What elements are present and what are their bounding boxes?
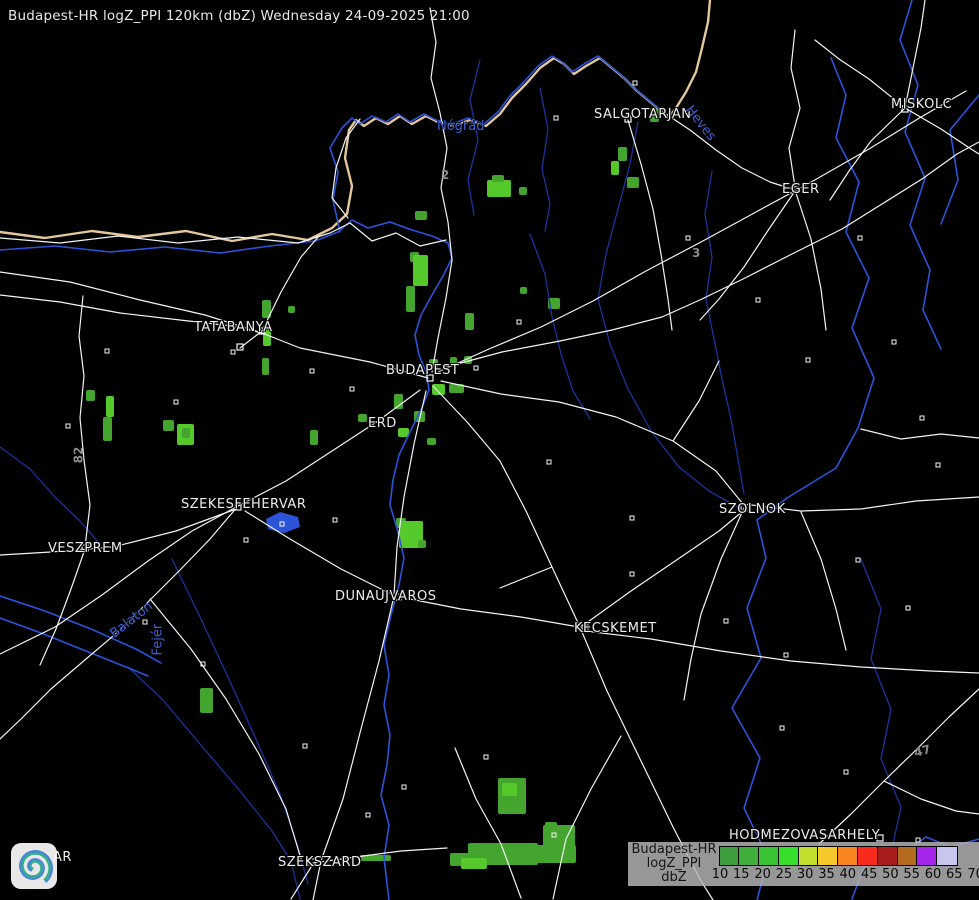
county-water-label: Fejér bbox=[150, 623, 166, 656]
radar-map-screen: SALGOTARJAN MISKOLC EGER TATABANYA BUDAPEST E… bbox=[0, 0, 979, 900]
legend-cell bbox=[936, 846, 958, 866]
legend-cell bbox=[817, 846, 839, 866]
legend-tick: 55 bbox=[903, 867, 920, 882]
legend-tick: 45 bbox=[860, 867, 878, 882]
road-number-label: 3 bbox=[692, 246, 701, 260]
legend-cell bbox=[876, 846, 899, 866]
legend-station-block: Budapest-HR logZ_PPI dbZ bbox=[628, 843, 720, 884]
legend-tick: 10 bbox=[711, 867, 729, 882]
legend-cell bbox=[738, 846, 760, 866]
map-title: Budapest-HR logZ_PPI 120km (dbZ) Wednesd… bbox=[8, 8, 470, 24]
legend-tick: 60 bbox=[924, 867, 942, 882]
legend-tick: 20 bbox=[754, 867, 771, 882]
city-label: SZOLNOK bbox=[719, 502, 786, 517]
legend-cell bbox=[777, 846, 800, 866]
city-label: ERD bbox=[368, 416, 397, 431]
road-number-label: 82 bbox=[71, 446, 86, 464]
legend-tick: 50 bbox=[882, 867, 899, 882]
spiral-logo-icon bbox=[19, 850, 53, 883]
city-label: TATABANYA bbox=[194, 320, 273, 335]
legend-tick: 70 bbox=[967, 867, 979, 882]
legend-station-name: Budapest-HR bbox=[631, 842, 717, 857]
county-water-label: Nógrád bbox=[437, 119, 485, 134]
legend-tick: 35 bbox=[818, 867, 835, 882]
city-label: KECSKEMET bbox=[574, 621, 657, 636]
legend-cell bbox=[758, 846, 780, 866]
city-label: VESZPREM bbox=[48, 541, 123, 556]
city-label: EGER bbox=[782, 182, 820, 197]
legend-cell bbox=[857, 846, 879, 866]
legend-unit-label: dbZ bbox=[661, 869, 687, 885]
legend-tick: 15 bbox=[733, 867, 750, 882]
legend-tick: 65 bbox=[946, 867, 963, 882]
city-label: HODMEZOVASARHELY bbox=[729, 828, 881, 843]
road-number-label: 47 bbox=[912, 742, 933, 760]
legend-panel: Budapest-HR logZ_PPI dbZ 10 15 20 25 30 35 40 4… bbox=[628, 842, 979, 886]
legend-tick: 25 bbox=[775, 867, 793, 882]
legend-cell bbox=[896, 846, 918, 866]
city-label: SALGOTARJAN bbox=[594, 107, 692, 122]
city-label: SZEKSZARD bbox=[278, 855, 362, 870]
legend-product-name: logZ_PPI bbox=[646, 855, 702, 871]
legend-cell bbox=[718, 846, 740, 866]
legend-tick: 30 bbox=[796, 867, 814, 882]
map-label-layer: SALGOTARJAN MISKOLC EGER TATABANYA BUDAPEST E… bbox=[0, 0, 979, 900]
city-label: BUDAPEST bbox=[386, 363, 460, 378]
legend-cell bbox=[837, 846, 859, 866]
city-label: SZEKESFEHERVAR bbox=[181, 497, 307, 512]
legend-tick: 40 bbox=[839, 867, 857, 882]
city-label: MISKOLC bbox=[891, 97, 953, 112]
met-logo bbox=[11, 843, 57, 889]
legend-cell bbox=[916, 846, 938, 866]
city-label: DUNAUJVAROS bbox=[335, 589, 437, 604]
legend-cell bbox=[797, 846, 819, 866]
road-number-label: 2 bbox=[441, 168, 450, 182]
county-water-label: Heves bbox=[682, 102, 719, 144]
legend-color-scale bbox=[718, 846, 958, 866]
county-water-label: Balaton bbox=[107, 598, 156, 642]
